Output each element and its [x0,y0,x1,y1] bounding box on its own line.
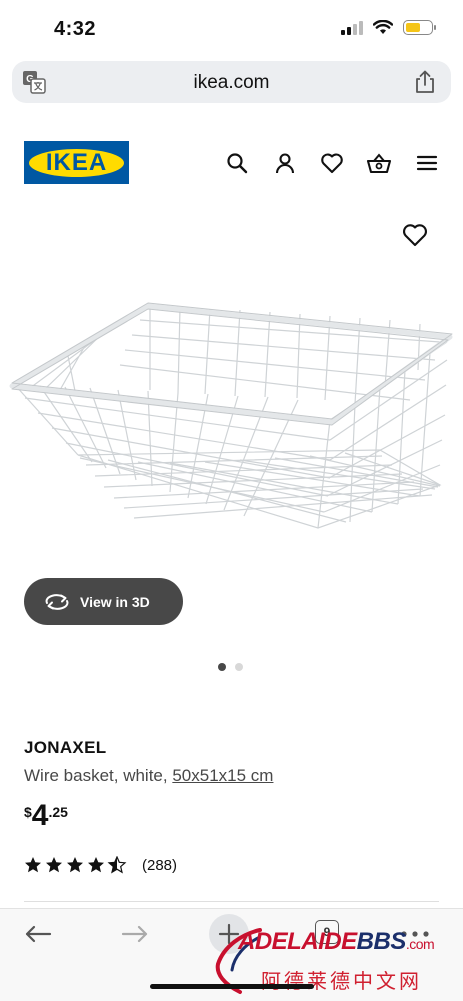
product-size-link[interactable]: 50x51x15 cm [172,766,273,785]
account-icon[interactable] [272,150,298,176]
status-time: 4:32 [54,18,97,40]
rotate-3d-icon [45,593,69,610]
watermark-logo-dark: BBS [356,928,407,955]
add-to-favourites-icon[interactable] [402,222,428,248]
menu-icon[interactable] [414,150,440,176]
status-icons [341,20,436,35]
product-price: $ 4 .25 [24,800,68,832]
watermark-subtitle: 阿德莱德中文网 [261,969,422,993]
carousel-indicator [218,663,243,671]
carousel-dot-1[interactable] [218,663,226,671]
divider [24,901,439,902]
home-indicator[interactable] [150,984,314,989]
watermark-logo-suffix: .com [405,936,435,952]
cellular-signal-icon [341,20,363,35]
rating-count[interactable]: (288) [142,857,177,874]
price-integer: 4 [31,799,49,832]
price-decimal: .25 [48,804,68,820]
back-icon[interactable] [23,919,53,949]
address-bar[interactable]: G ikea.com [12,61,451,103]
product-description: Wire basket, white, 50x51x15 cm [24,766,273,786]
favourites-icon[interactable] [319,150,345,176]
basket-icon[interactable] [366,150,392,176]
carousel-dot-2[interactable] [235,663,243,671]
view-in-3d-label: View in 3D [80,593,150,610]
product-image [9,302,453,529]
product-rating[interactable]: (288) [24,856,177,874]
wifi-icon [373,20,393,34]
watermark-logo-red: ADELAIDE [238,928,357,955]
forward-icon[interactable] [120,919,150,949]
logo-text: IKEA [45,148,108,176]
share-icon[interactable] [414,70,436,94]
rating-stars-icon [25,856,126,873]
price-currency: $ [24,804,32,820]
view-in-3d-button[interactable]: View in 3D [24,578,183,625]
watermark-logo: ADELAIDEBBS.com [238,928,435,956]
url-text[interactable]: ikea.com [12,72,451,94]
product-name: JONAXEL [24,738,107,757]
battery-icon [403,20,436,35]
ikea-logo[interactable]: IKEA [24,141,129,184]
product-description-text: Wire basket, white, [24,766,168,785]
search-icon[interactable] [224,150,250,176]
